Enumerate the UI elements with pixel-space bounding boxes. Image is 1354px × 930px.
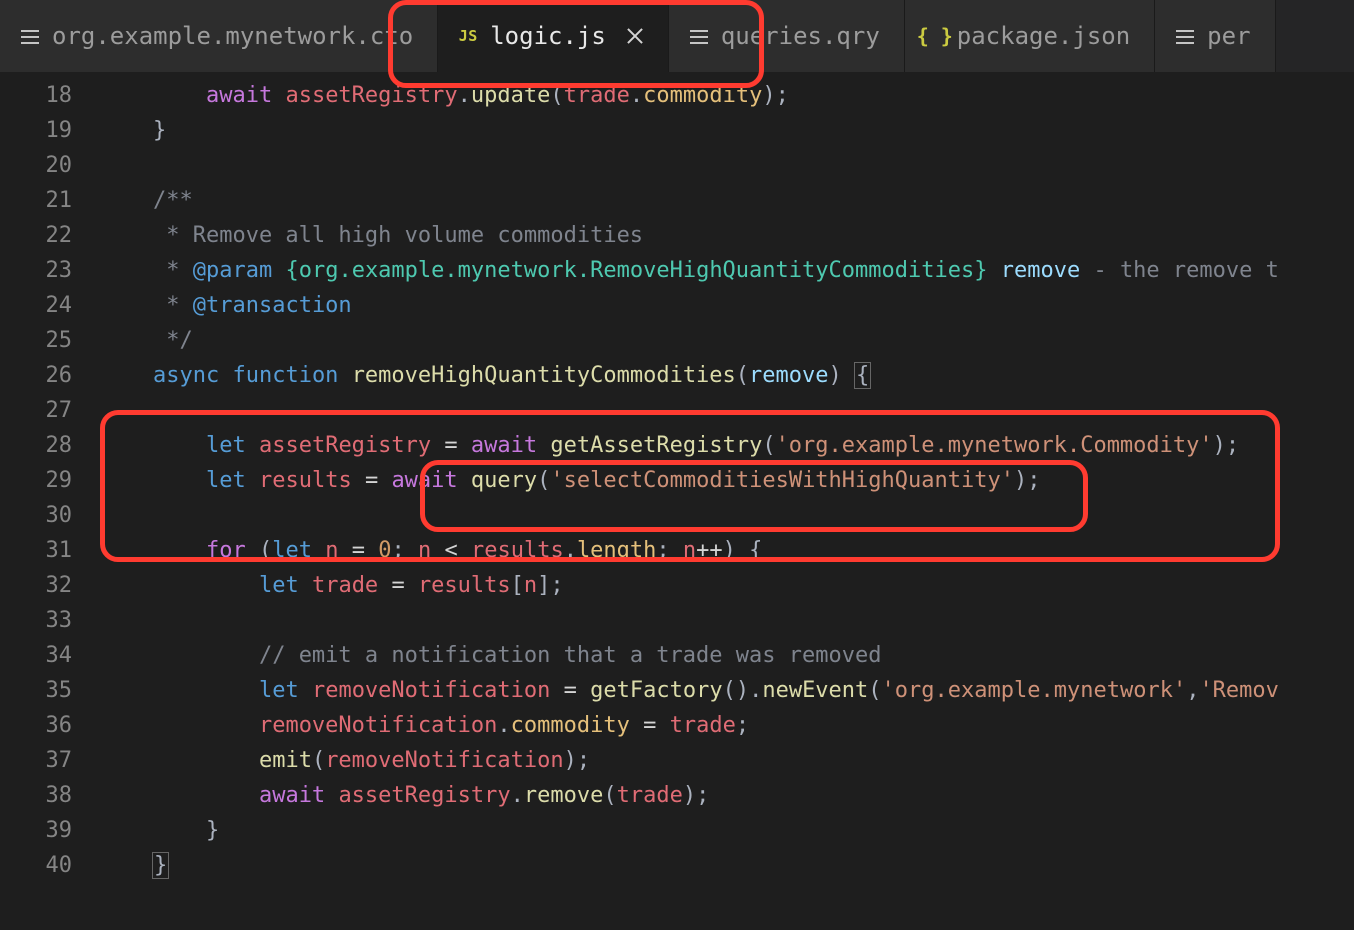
tab-org-example-mynetwork-cto[interactable]: org.example.mynetwork.cto	[0, 0, 438, 72]
js-icon: JS	[458, 26, 478, 46]
line-number: 25	[0, 323, 100, 358]
line-number: 30	[0, 498, 100, 533]
tab-package-json[interactable]: { } package.json	[905, 0, 1155, 72]
lines-icon	[689, 26, 709, 46]
code-line-34[interactable]: // emit a notification that a trade was …	[100, 638, 1354, 673]
code-line-25[interactable]: */	[100, 323, 1354, 358]
code-line-36[interactable]: removeNotification.commodity = trade;	[100, 708, 1354, 743]
code-line-27[interactable]	[100, 393, 1354, 428]
line-number: 26	[0, 358, 100, 393]
code-line-26[interactable]: async function removeHighQuantityCommodi…	[100, 358, 1354, 393]
code-line-20[interactable]	[100, 148, 1354, 183]
line-number: 40	[0, 848, 100, 883]
tab-bar: org.example.mynetwork.cto JS logic.js queri…	[0, 0, 1354, 72]
tab-label: per	[1207, 22, 1250, 50]
editor: 1819202122232425262728293031323334353637…	[0, 72, 1354, 930]
code-line-40[interactable]: }	[100, 848, 1354, 883]
tab-queries-qry[interactable]: queries.qry	[669, 0, 905, 72]
line-number: 22	[0, 218, 100, 253]
code-line-30[interactable]	[100, 498, 1354, 533]
line-number: 18	[0, 78, 100, 113]
tab-label: queries.qry	[721, 22, 880, 50]
tab-label: logic.js	[490, 22, 606, 50]
tab-per[interactable]: per	[1155, 0, 1275, 72]
line-number: 20	[0, 148, 100, 183]
line-number: 27	[0, 393, 100, 428]
line-number: 28	[0, 428, 100, 463]
code-line-29[interactable]: let results = await query('selectCommodi…	[100, 463, 1354, 498]
code-line-28[interactable]: let assetRegistry = await getAssetRegist…	[100, 428, 1354, 463]
line-number: 31	[0, 533, 100, 568]
code-line-19[interactable]: }	[100, 113, 1354, 148]
code-line-23[interactable]: * @param {org.example.mynetwork.RemoveHi…	[100, 253, 1354, 288]
line-number: 19	[0, 113, 100, 148]
code-line-31[interactable]: for (let n = 0; n < results.length; n++)…	[100, 533, 1354, 568]
code-line-33[interactable]	[100, 603, 1354, 638]
code-line-39[interactable]: }	[100, 813, 1354, 848]
line-number: 29	[0, 463, 100, 498]
line-number: 32	[0, 568, 100, 603]
line-gutter: 1819202122232425262728293031323334353637…	[0, 72, 100, 930]
line-number: 37	[0, 743, 100, 778]
lines-icon	[1175, 26, 1195, 46]
code-line-38[interactable]: await assetRegistry.remove(trade);	[100, 778, 1354, 813]
close-icon[interactable]	[626, 27, 644, 45]
line-number: 35	[0, 673, 100, 708]
line-number: 33	[0, 603, 100, 638]
tab-logic-js[interactable]: JS logic.js	[438, 0, 669, 72]
code-area[interactable]: await assetRegistry.update(trade.commodi…	[100, 72, 1354, 930]
code-line-37[interactable]: emit(removeNotification);	[100, 743, 1354, 778]
line-number: 24	[0, 288, 100, 323]
tab-label: package.json	[957, 22, 1130, 50]
line-number: 34	[0, 638, 100, 673]
code-line-35[interactable]: let removeNotification = getFactory().ne…	[100, 673, 1354, 708]
braces-icon: { }	[925, 26, 945, 46]
code-line-18[interactable]: await assetRegistry.update(trade.commodi…	[100, 78, 1354, 113]
code-line-24[interactable]: * @transaction	[100, 288, 1354, 323]
line-number: 39	[0, 813, 100, 848]
line-number: 38	[0, 778, 100, 813]
js-badge: JS	[459, 27, 478, 45]
line-number: 36	[0, 708, 100, 743]
tab-label: org.example.mynetwork.cto	[52, 22, 413, 50]
lines-icon	[20, 26, 40, 46]
line-number: 23	[0, 253, 100, 288]
code-line-22[interactable]: * Remove all high volume commodities	[100, 218, 1354, 253]
code-line-32[interactable]: let trade = results[n];	[100, 568, 1354, 603]
code-line-21[interactable]: /**	[100, 183, 1354, 218]
line-number: 21	[0, 183, 100, 218]
